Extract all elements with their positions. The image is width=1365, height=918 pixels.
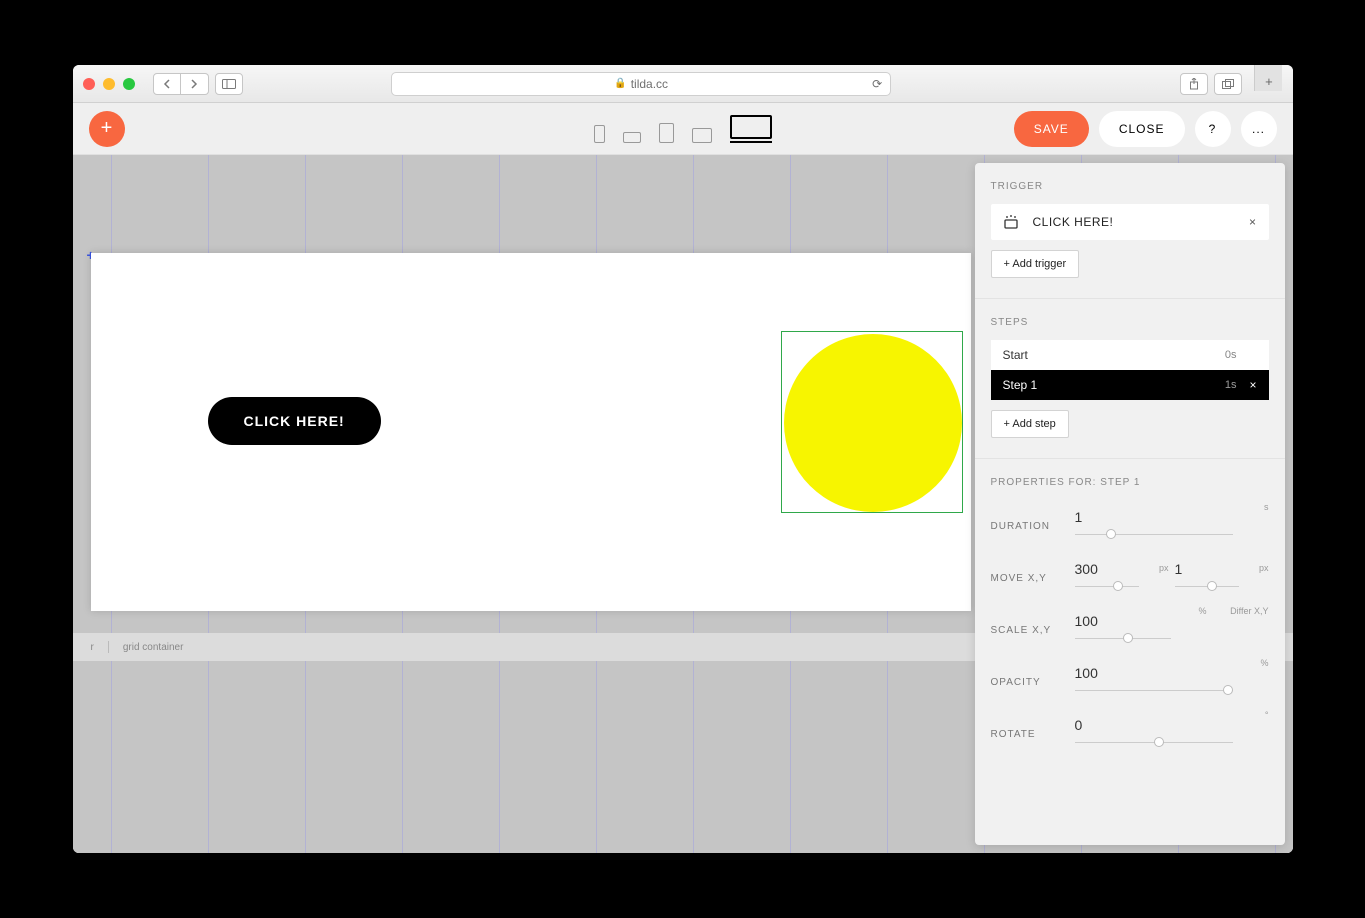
divider (108, 641, 109, 653)
window-controls (83, 78, 135, 90)
prop-opacity: OPACITY 100 % (991, 656, 1269, 708)
url-text: tilda.cc (631, 77, 668, 91)
back-button[interactable] (153, 73, 181, 95)
save-button[interactable]: SAVE (1014, 111, 1089, 147)
opacity-value: 100 (1075, 665, 1233, 685)
help-button[interactable]: ? (1195, 111, 1231, 147)
properties-heading: PROPERTIES FOR: STEP 1 (991, 477, 1269, 488)
device-switcher (594, 115, 772, 143)
properties-section: PROPERTIES FOR: STEP 1 DURATION 1 s MOVE… (975, 459, 1285, 845)
add-element-button[interactable]: + (89, 111, 125, 147)
zoom-window-dot[interactable] (123, 78, 135, 90)
reload-icon[interactable]: ⟳ (872, 77, 882, 91)
scale-unit: % (1183, 604, 1207, 616)
steps-section: STEPS Start 0s Step 1 1s × + Add step (975, 299, 1285, 459)
rotate-slider[interactable]: 0 (1075, 717, 1233, 751)
prop-scale: SCALE X,Y 100 % Differ X,Y (991, 604, 1269, 656)
trigger-type-icon (1003, 214, 1019, 230)
share-button[interactable] (1180, 73, 1208, 95)
prop-duration: DURATION 1 s (991, 500, 1269, 552)
close-window-dot[interactable] (83, 78, 95, 90)
trigger-heading: TRIGGER (991, 181, 1269, 192)
new-tab-button[interactable]: + (1254, 65, 1282, 91)
steps-heading: STEPS (991, 317, 1269, 328)
steps-list: Start 0s Step 1 1s × (991, 340, 1269, 400)
step-time: 1s (1225, 379, 1237, 391)
add-trigger-button[interactable]: + Add trigger (991, 250, 1080, 278)
scale-differ[interactable]: Differ X,Y (1219, 604, 1269, 616)
step-time: 0s (1225, 349, 1237, 361)
step-label: Start (1003, 348, 1028, 362)
prop-move-label: MOVE X,Y (991, 573, 1063, 584)
footer-crumb[interactable]: r (91, 642, 94, 653)
device-tablet-landscape[interactable] (692, 128, 712, 143)
animation-panel: TRIGGER CLICK HERE! × + Add trigger STEP… (975, 163, 1285, 845)
opacity-unit: % (1245, 656, 1269, 668)
trigger-remove[interactable]: × (1249, 215, 1257, 229)
prop-duration-label: DURATION (991, 521, 1063, 532)
device-phone[interactable] (594, 125, 605, 143)
opacity-slider[interactable]: 100 (1075, 665, 1233, 699)
move-x-unit: px (1145, 561, 1169, 573)
more-button[interactable]: ... (1241, 111, 1277, 147)
lock-icon: 🔒 (614, 78, 626, 89)
rotate-unit: ° (1245, 708, 1269, 720)
prop-scale-label: SCALE X,Y (991, 625, 1063, 636)
close-button[interactable]: CLOSE (1099, 111, 1185, 147)
device-tablet[interactable] (659, 123, 674, 143)
scale-value: 100 (1075, 613, 1171, 633)
yellow-circle-shape[interactable] (784, 334, 962, 512)
move-x-value: 300 (1075, 561, 1139, 581)
step-start[interactable]: Start 0s (991, 340, 1269, 370)
sidebar-toggle[interactable] (215, 73, 243, 95)
address-bar[interactable]: 🔒 tilda.cc ⟳ (391, 72, 891, 96)
move-x-slider[interactable]: 300 (1075, 561, 1139, 595)
prop-move: MOVE X,Y 300 px 1 px (991, 552, 1269, 604)
app-toolbar: + SAVE CLOSE ? ... (73, 103, 1293, 155)
device-phone-landscape[interactable] (623, 132, 641, 143)
duration-value: 1 (1075, 509, 1233, 529)
duration-slider[interactable]: 1 (1075, 509, 1233, 543)
move-y-unit: px (1245, 561, 1269, 573)
rotate-value: 0 (1075, 717, 1233, 737)
canvas-click-here-button[interactable]: CLICK HERE! (208, 397, 381, 445)
prop-rotate: ROTATE 0 ° (991, 708, 1269, 760)
step-label: Step 1 (1003, 378, 1038, 392)
forward-button[interactable] (181, 73, 209, 95)
minimize-window-dot[interactable] (103, 78, 115, 90)
device-desktop[interactable] (730, 115, 772, 143)
add-step-button[interactable]: + Add step (991, 410, 1069, 438)
prop-opacity-label: OPACITY (991, 677, 1063, 688)
move-y-slider[interactable]: 1 (1175, 561, 1239, 595)
selection-box[interactable] (781, 331, 963, 513)
scale-slider[interactable]: 100 (1075, 613, 1171, 647)
browser-titlebar: 🔒 tilda.cc ⟳ + (73, 65, 1293, 103)
trigger-section: TRIGGER CLICK HERE! × + Add trigger (975, 163, 1285, 299)
trigger-item-label: CLICK HERE! (1033, 215, 1114, 229)
prop-rotate-label: ROTATE (991, 729, 1063, 740)
app-area: + SAVE CLOSE ? ... + CLICK H (73, 103, 1293, 853)
move-y-value: 1 (1175, 561, 1239, 581)
footer-grid-container[interactable]: grid container (123, 642, 184, 653)
trigger-item[interactable]: CLICK HERE! × (991, 204, 1269, 240)
safari-window: 🔒 tilda.cc ⟳ + + (73, 65, 1293, 853)
step-remove[interactable]: × (1249, 378, 1256, 392)
step-1[interactable]: Step 1 1s × (991, 370, 1269, 400)
duration-unit: s (1245, 500, 1269, 512)
tabs-button[interactable] (1214, 73, 1242, 95)
